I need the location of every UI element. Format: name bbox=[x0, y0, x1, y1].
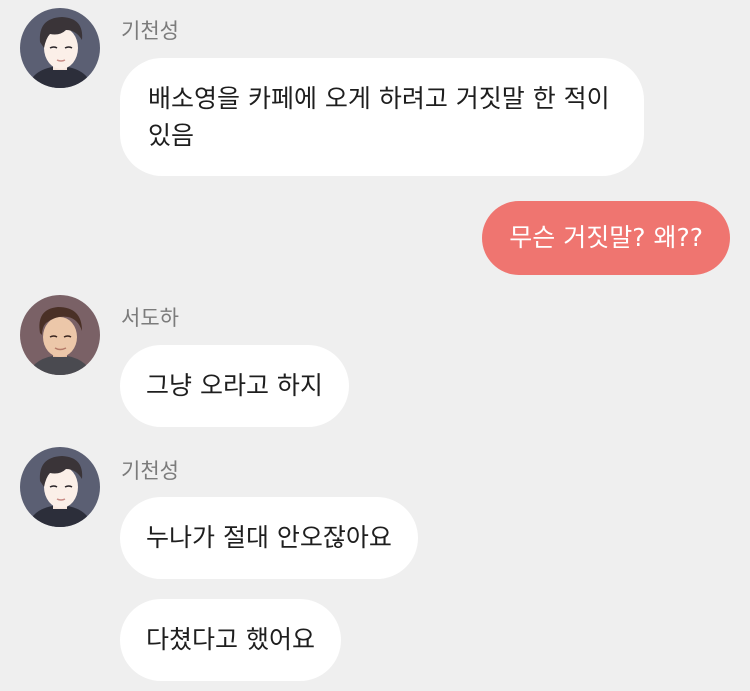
sender-name: 기천성 bbox=[121, 19, 179, 43]
message-bubble[interactable]: 다쳤다고 했어요 bbox=[120, 599, 341, 681]
message-bubble[interactable]: 누나가 절대 안오잖아요 bbox=[120, 497, 418, 579]
message-bubble[interactable]: 배소영을 카페에 오게 하려고 거짓말 한 적이 있음 bbox=[120, 58, 644, 176]
sender-name: 기천성 bbox=[121, 459, 179, 483]
own-message-bubble[interactable]: 무슨 거짓말? 왜?? bbox=[482, 201, 730, 275]
seodoha-avatar-icon[interactable] bbox=[20, 295, 100, 375]
sender-name: 서도하 bbox=[121, 306, 179, 330]
gicheonseong-avatar-icon[interactable] bbox=[20, 447, 100, 527]
gicheonseong-avatar-icon[interactable] bbox=[20, 8, 100, 88]
message-bubble[interactable]: 그냥 오라고 하지 bbox=[120, 345, 349, 427]
